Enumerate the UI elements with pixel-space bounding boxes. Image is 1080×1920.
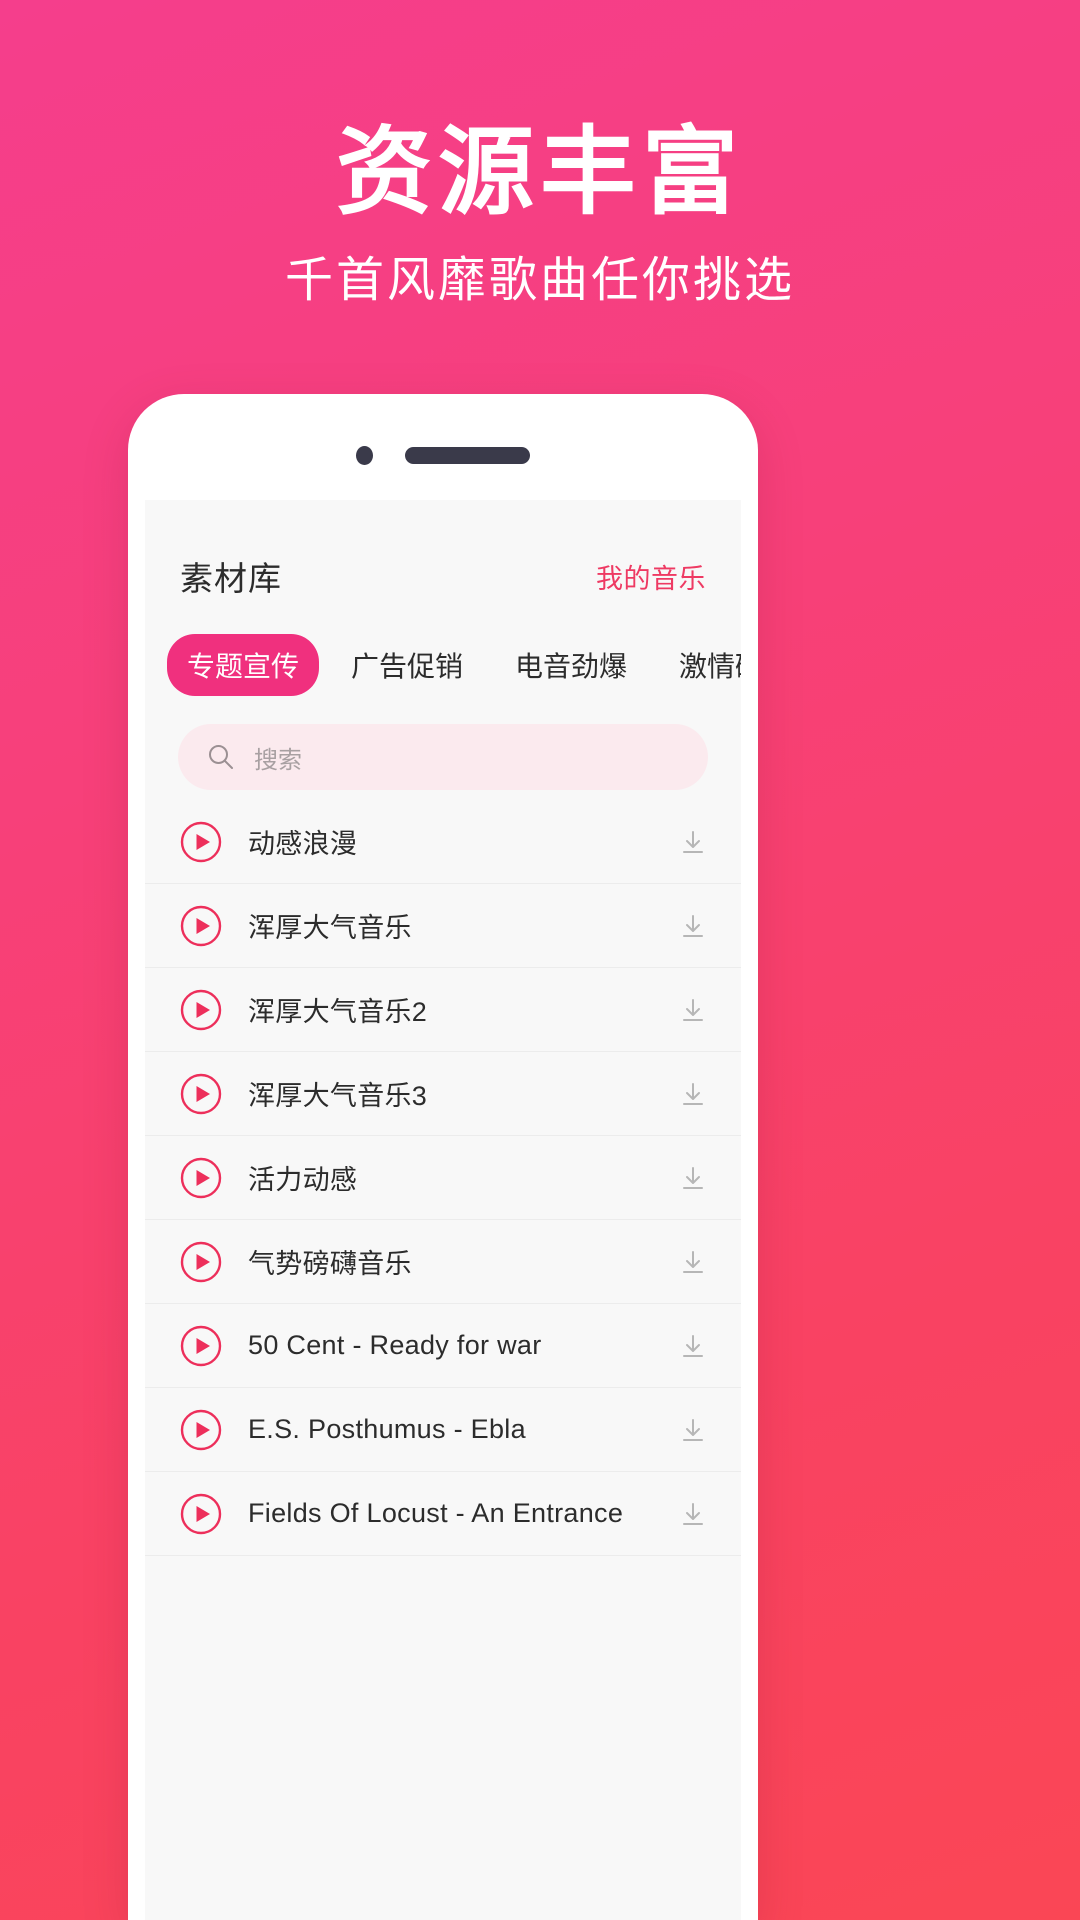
play-circle-icon[interactable] [180, 905, 222, 947]
search-input[interactable]: 搜索 [178, 724, 708, 790]
app-screen: 素材库 我的音乐 专题宣传 广告促销 电音劲爆 激情磅礴 搜索 [145, 500, 741, 1920]
play-circle-icon[interactable] [180, 1325, 222, 1367]
table-row[interactable]: 50 Cent - Ready for war [145, 1304, 741, 1388]
camera-dot-icon [356, 445, 373, 465]
download-icon[interactable] [678, 1247, 708, 1277]
phone-notch [128, 394, 758, 500]
tab-jiqing-pangbo[interactable]: 激情磅礴 [659, 634, 741, 696]
table-row[interactable]: 浑厚大气音乐2 [145, 968, 741, 1052]
song-title: 浑厚大气音乐 [248, 913, 412, 943]
search-placeholder: 搜索 [254, 746, 302, 774]
download-icon[interactable] [678, 1079, 708, 1109]
play-circle-icon[interactable] [180, 1157, 222, 1199]
table-row[interactable]: 动感浪漫 [145, 800, 741, 884]
tab-zhuanti-xuanchuan[interactable]: 专题宣传 [167, 634, 320, 696]
song-title: 活力动感 [248, 1165, 358, 1195]
table-row[interactable]: 浑厚大气音乐 [145, 884, 741, 968]
download-icon[interactable] [678, 827, 708, 857]
play-circle-icon[interactable] [180, 989, 222, 1031]
promo-title: 资源丰富 [336, 119, 744, 226]
page-title: 素材库 [180, 560, 282, 597]
download-icon[interactable] [678, 1499, 708, 1529]
tab-dianyin-jinbao[interactable]: 电音劲爆 [495, 634, 647, 696]
play-circle-icon[interactable] [180, 821, 222, 863]
download-icon[interactable] [678, 995, 708, 1025]
song-title: Fields Of Locust - An Entrance [248, 1498, 624, 1528]
song-title: 气势磅礴音乐 [248, 1249, 412, 1279]
search-bar-wrap: 搜索 [145, 696, 741, 790]
play-circle-icon[interactable] [180, 1073, 222, 1115]
app-header: 素材库 我的音乐 [145, 500, 741, 600]
song-title: 动感浪漫 [248, 829, 358, 859]
download-icon[interactable] [678, 1415, 708, 1445]
category-tabs: 专题宣传 广告促销 电音劲爆 激情磅礴 [145, 600, 741, 696]
table-row[interactable]: 活力动感 [145, 1136, 741, 1220]
my-music-link[interactable]: 我的音乐 [596, 557, 706, 596]
song-title: E.S. Posthumus - Ebla [248, 1414, 526, 1444]
play-circle-icon[interactable] [180, 1409, 222, 1451]
promo-subtitle: 千首风靡歌曲任你挑选 [284, 254, 795, 307]
table-row[interactable]: Fields Of Locust - An Entrance [145, 1472, 741, 1556]
play-circle-icon[interactable] [180, 1241, 222, 1283]
search-icon [206, 742, 236, 772]
speaker-bar-icon [405, 446, 530, 464]
phone-mockup: 素材库 我的音乐 专题宣传 广告促销 电音劲爆 激情磅礴 搜索 [128, 394, 758, 1920]
song-title: 50 Cent - Ready for war [248, 1330, 542, 1360]
song-title: 浑厚大气音乐3 [248, 1081, 428, 1111]
song-title: 浑厚大气音乐2 [248, 997, 428, 1027]
tab-guanggao-cuxiao[interactable]: 广告促销 [331, 634, 483, 696]
download-icon[interactable] [678, 911, 708, 941]
download-icon[interactable] [678, 1163, 708, 1193]
download-icon[interactable] [678, 1331, 708, 1361]
song-list: 动感浪漫 浑厚大气音乐 浑厚大气音乐2 浑厚大气音乐3 活力动感 气势磅礴音乐 … [145, 790, 741, 1556]
promo-headline-block: 资源丰富 千首风靡歌曲任你挑选 [0, 0, 1080, 310]
table-row[interactable]: 浑厚大气音乐3 [145, 1052, 741, 1136]
promo-screenshot: 资源丰富 千首风靡歌曲任你挑选 素材库 我的音乐 专题宣传 广告促销 电音劲爆 … [0, 0, 1080, 1920]
play-circle-icon[interactable] [180, 1493, 222, 1535]
table-row[interactable]: E.S. Posthumus - Ebla [145, 1388, 741, 1472]
table-row[interactable]: 气势磅礴音乐 [145, 1220, 741, 1304]
